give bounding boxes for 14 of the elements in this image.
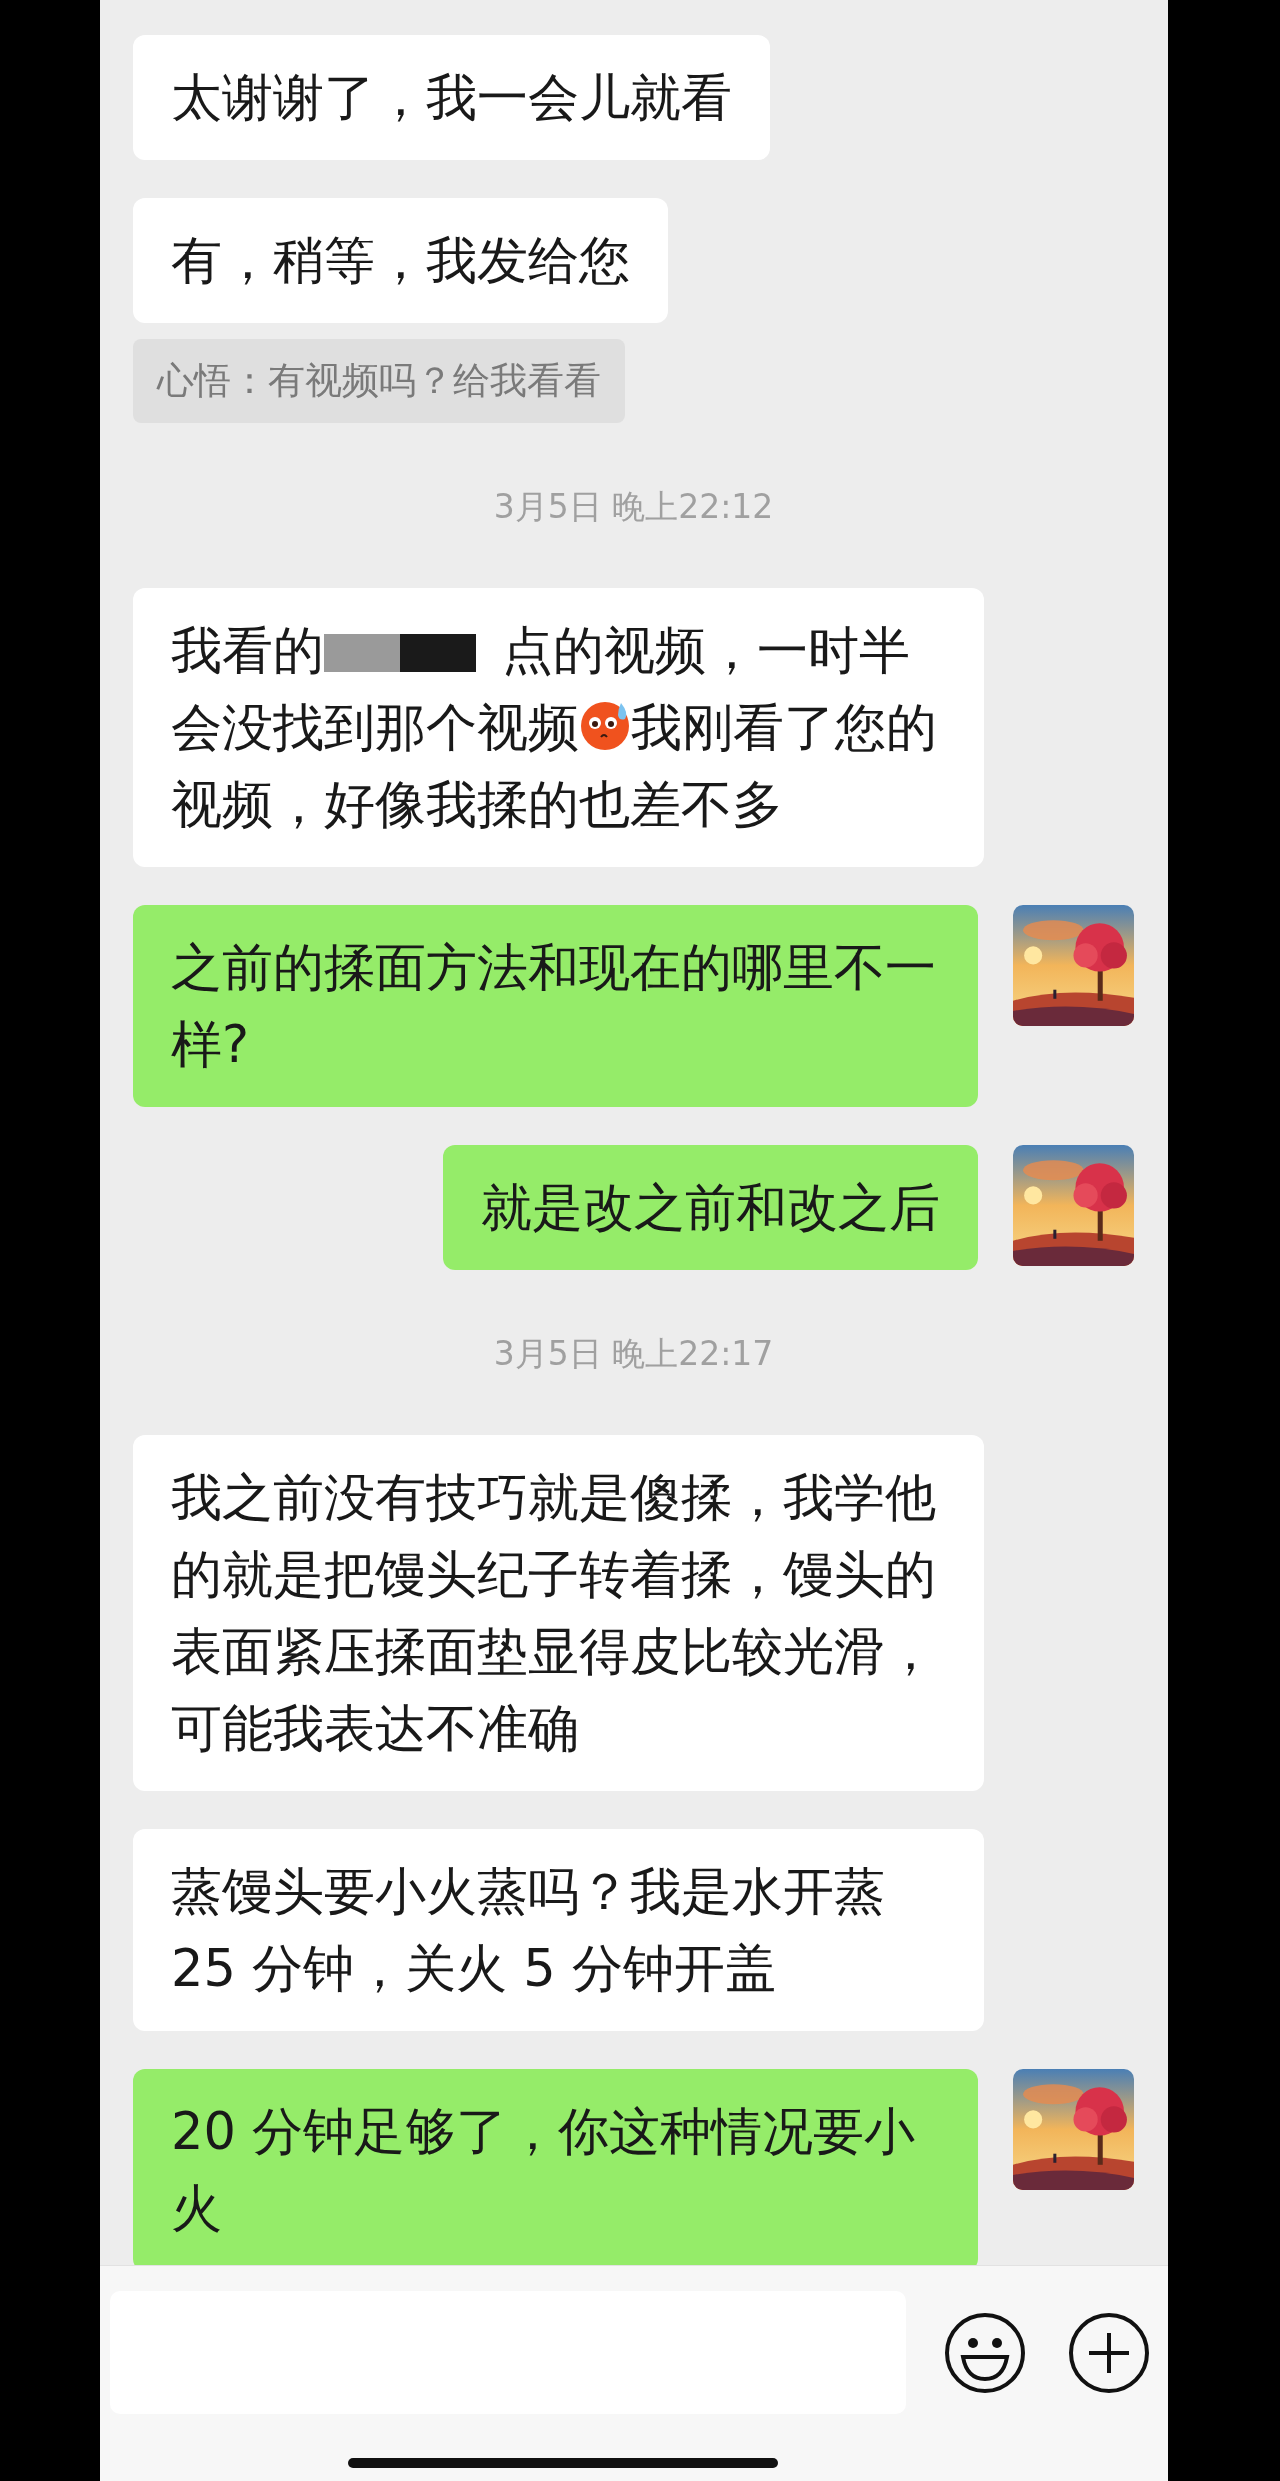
message-bubble: 蒸馒头要小火蒸吗？我是水开蒸25 分钟，关火 5 分钟开盖 — [133, 1829, 985, 2031]
message-bubble: 就是改之前和改之后 — [443, 1145, 978, 1270]
message-bubble: 20 分钟足够了，你这种情况要小火 — [133, 2069, 978, 2265]
sweat-face-icon — [579, 699, 631, 751]
plus-icon[interactable] — [1067, 2310, 1151, 2395]
timestamp: 3月5日 晚上22:17 — [493, 1333, 774, 1375]
emoji-icon[interactable] — [943, 2310, 1027, 2395]
message-bubble: 之前的揉面方法和现在的哪里不一样? — [133, 905, 978, 1107]
quoted-message: 心悟：有视频吗？给我看看 — [133, 339, 625, 423]
message-bubble: 有，稍等，我发给您 — [133, 198, 668, 323]
message-bubble: 我之前没有技巧就是傻揉，我学他的就是把馒头纪子转着揉，馒头的表面紧压揉面垫显得皮比较光滑，可能我表达不准确 — [133, 1435, 985, 1791]
message-bubble: 我看的 点的视频，一时半会没找到那个视频 我刚看了您的视频，好像我揉的也差不多 — [133, 588, 985, 867]
message-bubble: 太谢谢了，我一会儿就看 — [133, 35, 770, 160]
timestamp: 3月5日 晚上22:12 — [493, 486, 774, 528]
